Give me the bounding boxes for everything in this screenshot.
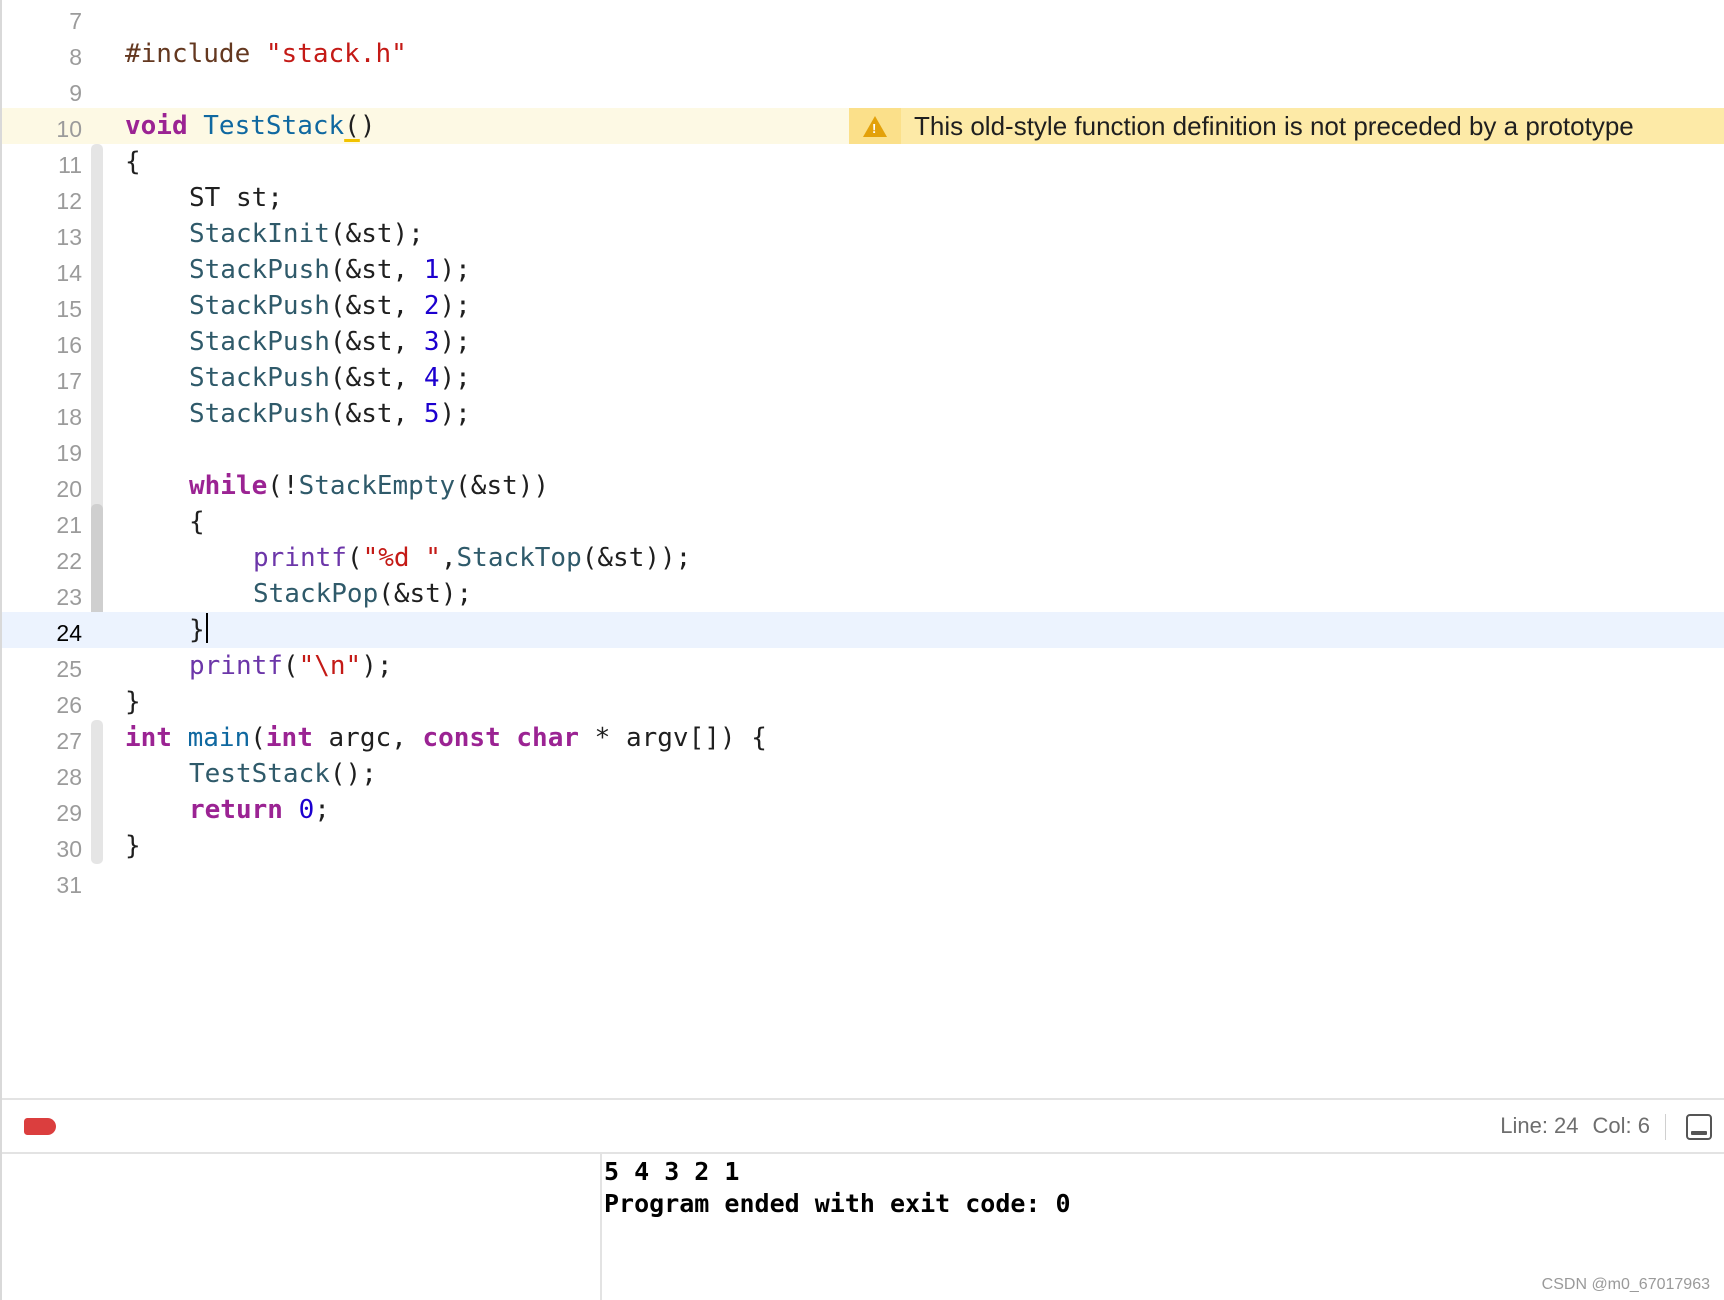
line-number[interactable]: 22 — [2, 543, 82, 579]
code-text[interactable]: while(!StackEmpty(&st)) — [189, 468, 549, 504]
debug-area: 5 4 3 2 1 Program ended with exit code: 0… — [2, 1154, 1724, 1300]
code-line: 19 — [2, 432, 1724, 468]
line-indicator: Line: 24 — [1500, 1113, 1579, 1138]
line-number[interactable]: 21 — [2, 507, 82, 543]
variables-pane[interactable] — [2, 1154, 600, 1300]
code-line: 17 StackPush(&st, 4); — [2, 360, 1724, 396]
watermark: CSDN @m0_67017963 — [1541, 1276, 1710, 1293]
code-editor[interactable]: 7 8 #include "stack.h" 9 10 void TestSta… — [2, 0, 1724, 1098]
code-line: 31 — [2, 864, 1724, 900]
line-number[interactable]: 9 — [2, 75, 82, 111]
warning-triangle-icon: ! — [863, 115, 887, 137]
code-line: 8 #include "stack.h" — [2, 36, 1724, 72]
line-number[interactable]: 27 — [2, 723, 82, 759]
code-line: 11 { — [2, 144, 1724, 180]
code-line: 14 StackPush(&st, 1); — [2, 252, 1724, 288]
code-text[interactable]: return 0; — [189, 792, 330, 828]
code-text[interactable]: void TestStack() — [125, 108, 375, 144]
code-text[interactable]: printf("%d ",StackTop(&st)); — [253, 540, 691, 576]
code-line: 7 — [2, 0, 1724, 36]
warning-message: This old-style function definition is no… — [914, 111, 1634, 141]
code-text[interactable]: #include "stack.h" — [125, 36, 407, 72]
line-number[interactable]: 19 — [2, 435, 82, 471]
line-number[interactable]: 28 — [2, 759, 82, 795]
line-number[interactable]: 14 — [2, 255, 82, 291]
code-line: 21 { — [2, 504, 1724, 540]
console-line: 5 4 3 2 1 — [604, 1157, 740, 1186]
code-text[interactable]: TestStack(); — [189, 756, 377, 792]
line-number[interactable]: 17 — [2, 363, 82, 399]
code-text[interactable]: StackPush(&st, 1); — [189, 252, 471, 288]
console-line: Program ended with exit code: 0 — [604, 1189, 1071, 1218]
line-number[interactable]: 18 — [2, 399, 82, 435]
code-line: 13 StackInit(&st); — [2, 216, 1724, 252]
inline-warning[interactable]: ! This old-style function definition is … — [849, 108, 1724, 144]
code-text[interactable]: int main(int argc, const char * argv[]) … — [125, 720, 767, 756]
code-line: 28 TestStack(); — [2, 756, 1724, 792]
line-number[interactable]: 10 — [2, 111, 82, 147]
code-line: 25 printf("\n"); — [2, 648, 1724, 684]
code-line: 30 } — [2, 828, 1724, 864]
code-line: 9 — [2, 72, 1724, 108]
code-line-current: 24 } — [2, 612, 1724, 648]
line-number[interactable]: 8 — [2, 39, 82, 75]
code-line: 29 return 0; — [2, 792, 1724, 828]
code-line: 12 ST st; — [2, 180, 1724, 216]
line-number[interactable]: 26 — [2, 687, 82, 723]
debug-bar: Line: 24 Col: 6 — [2, 1098, 1724, 1154]
code-text[interactable]: } — [125, 684, 141, 720]
line-number[interactable]: 12 — [2, 183, 82, 219]
console-output[interactable]: 5 4 3 2 1 Program ended with exit code: 0 — [604, 1156, 1071, 1220]
cursor-position: Line: 24 Col: 6 — [1500, 1100, 1650, 1152]
code-line: 20 while(!StackEmpty(&st)) — [2, 468, 1724, 504]
code-text[interactable]: } — [125, 828, 141, 864]
code-line: 22 printf("%d ",StackTop(&st)); — [2, 540, 1724, 576]
code-text[interactable]: StackPush(&st, 4); — [189, 360, 471, 396]
code-text[interactable]: StackInit(&st); — [189, 216, 424, 252]
code-text[interactable]: { — [189, 504, 205, 540]
breakpoints-toggle-icon[interactable] — [24, 1118, 56, 1135]
divider — [1665, 1114, 1666, 1140]
line-number[interactable]: 11 — [2, 147, 82, 183]
code-line: 26 } — [2, 684, 1724, 720]
code-text[interactable]: StackPop(&st); — [253, 576, 472, 612]
code-line: 27 int main(int argc, const char * argv[… — [2, 720, 1724, 756]
code-text[interactable]: ST st; — [189, 180, 283, 216]
line-number[interactable]: 30 — [2, 831, 82, 867]
code-text[interactable]: { — [125, 144, 141, 180]
code-text[interactable]: StackPush(&st, 3); — [189, 324, 471, 360]
line-number[interactable]: 23 — [2, 579, 82, 615]
hide-debug-area-icon[interactable] — [1686, 1114, 1712, 1140]
line-number[interactable]: 7 — [2, 3, 82, 39]
line-number[interactable]: 31 — [2, 867, 82, 903]
code-line: 16 StackPush(&st, 3); — [2, 324, 1724, 360]
warning-icon-box[interactable]: ! — [849, 108, 901, 144]
code-text[interactable]: printf("\n"); — [189, 648, 393, 684]
code-text[interactable]: StackPush(&st, 5); — [189, 396, 471, 432]
line-number[interactable]: 13 — [2, 219, 82, 255]
line-number[interactable]: 20 — [2, 471, 82, 507]
pane-divider[interactable] — [600, 1154, 602, 1300]
line-number[interactable]: 29 — [2, 795, 82, 831]
code-text[interactable]: } — [189, 612, 208, 648]
line-number[interactable]: 15 — [2, 291, 82, 327]
line-number[interactable]: 25 — [2, 651, 82, 687]
text-cursor — [205, 613, 208, 643]
code-text[interactable]: StackPush(&st, 2); — [189, 288, 471, 324]
line-number[interactable]: 16 — [2, 327, 82, 363]
code-line: 18 StackPush(&st, 5); — [2, 396, 1724, 432]
line-number-current[interactable]: 24 — [2, 615, 82, 651]
column-indicator: Col: 6 — [1592, 1113, 1650, 1138]
code-line: 23 StackPop(&st); — [2, 576, 1724, 612]
code-line: 15 StackPush(&st, 2); — [2, 288, 1724, 324]
